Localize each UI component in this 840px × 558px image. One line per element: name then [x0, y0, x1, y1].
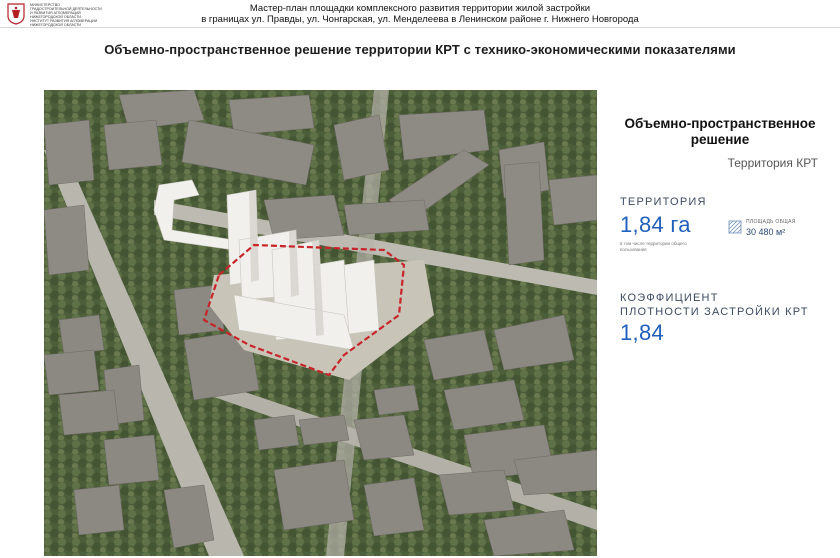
- ministry-logo: МИНИСТЕРСТВО ГРАДОСТРОИТЕЛЬНОЙ ДЕЯТЕЛЬНО…: [6, 3, 102, 27]
- document-title-line2: в границах ул. Правды, ул. Чонгарская, у…: [201, 14, 639, 25]
- document-title: Мастер-план площадки комплексного развит…: [200, 3, 640, 25]
- density-value: 1,84: [620, 320, 665, 345]
- density-label-line1: КОЭФФИЦИЕНТ: [620, 292, 719, 304]
- territory-label: ТЕРРИТОРИЯ: [620, 196, 707, 208]
- area-value: 30 480 м²: [746, 227, 786, 237]
- territory-value: 1,84 га: [620, 212, 691, 237]
- document-title-line1: Мастер-план площадки комплексного развит…: [249, 3, 591, 14]
- territory-note: в том числе территории общего пользовани…: [620, 241, 687, 252]
- header-bar: МИНИСТЕРСТВО ГРАДОСТРОИТЕЛЬНОЙ ДЕЯТЕЛЬНО…: [0, 0, 840, 28]
- area-block: ПЛОЩАДЬ ОБЩАЯ 30 480 м²: [728, 218, 828, 240]
- slide-title: Объемно-пространственное решение террито…: [104, 42, 736, 57]
- logo-text-line: НИЖЕГОРОДСКОЙ ОБЛАСТИ: [30, 23, 82, 27]
- panel-subheading: Территория КРТ: [727, 156, 818, 170]
- panel-heading: Объемно-пространственное решение: [624, 116, 816, 147]
- coat-of-arms-icon: [7, 3, 25, 25]
- info-panel: Объемно-пространственное решение Террито…: [600, 100, 840, 550]
- hatched-area-icon: [728, 220, 742, 234]
- density-label-line2: ПЛОТНОСТИ ЗАСТРОЙКИ КРТ: [620, 306, 809, 318]
- aerial-render-image: [44, 90, 597, 556]
- area-label: ПЛОЩАДЬ ОБЩАЯ: [746, 219, 796, 225]
